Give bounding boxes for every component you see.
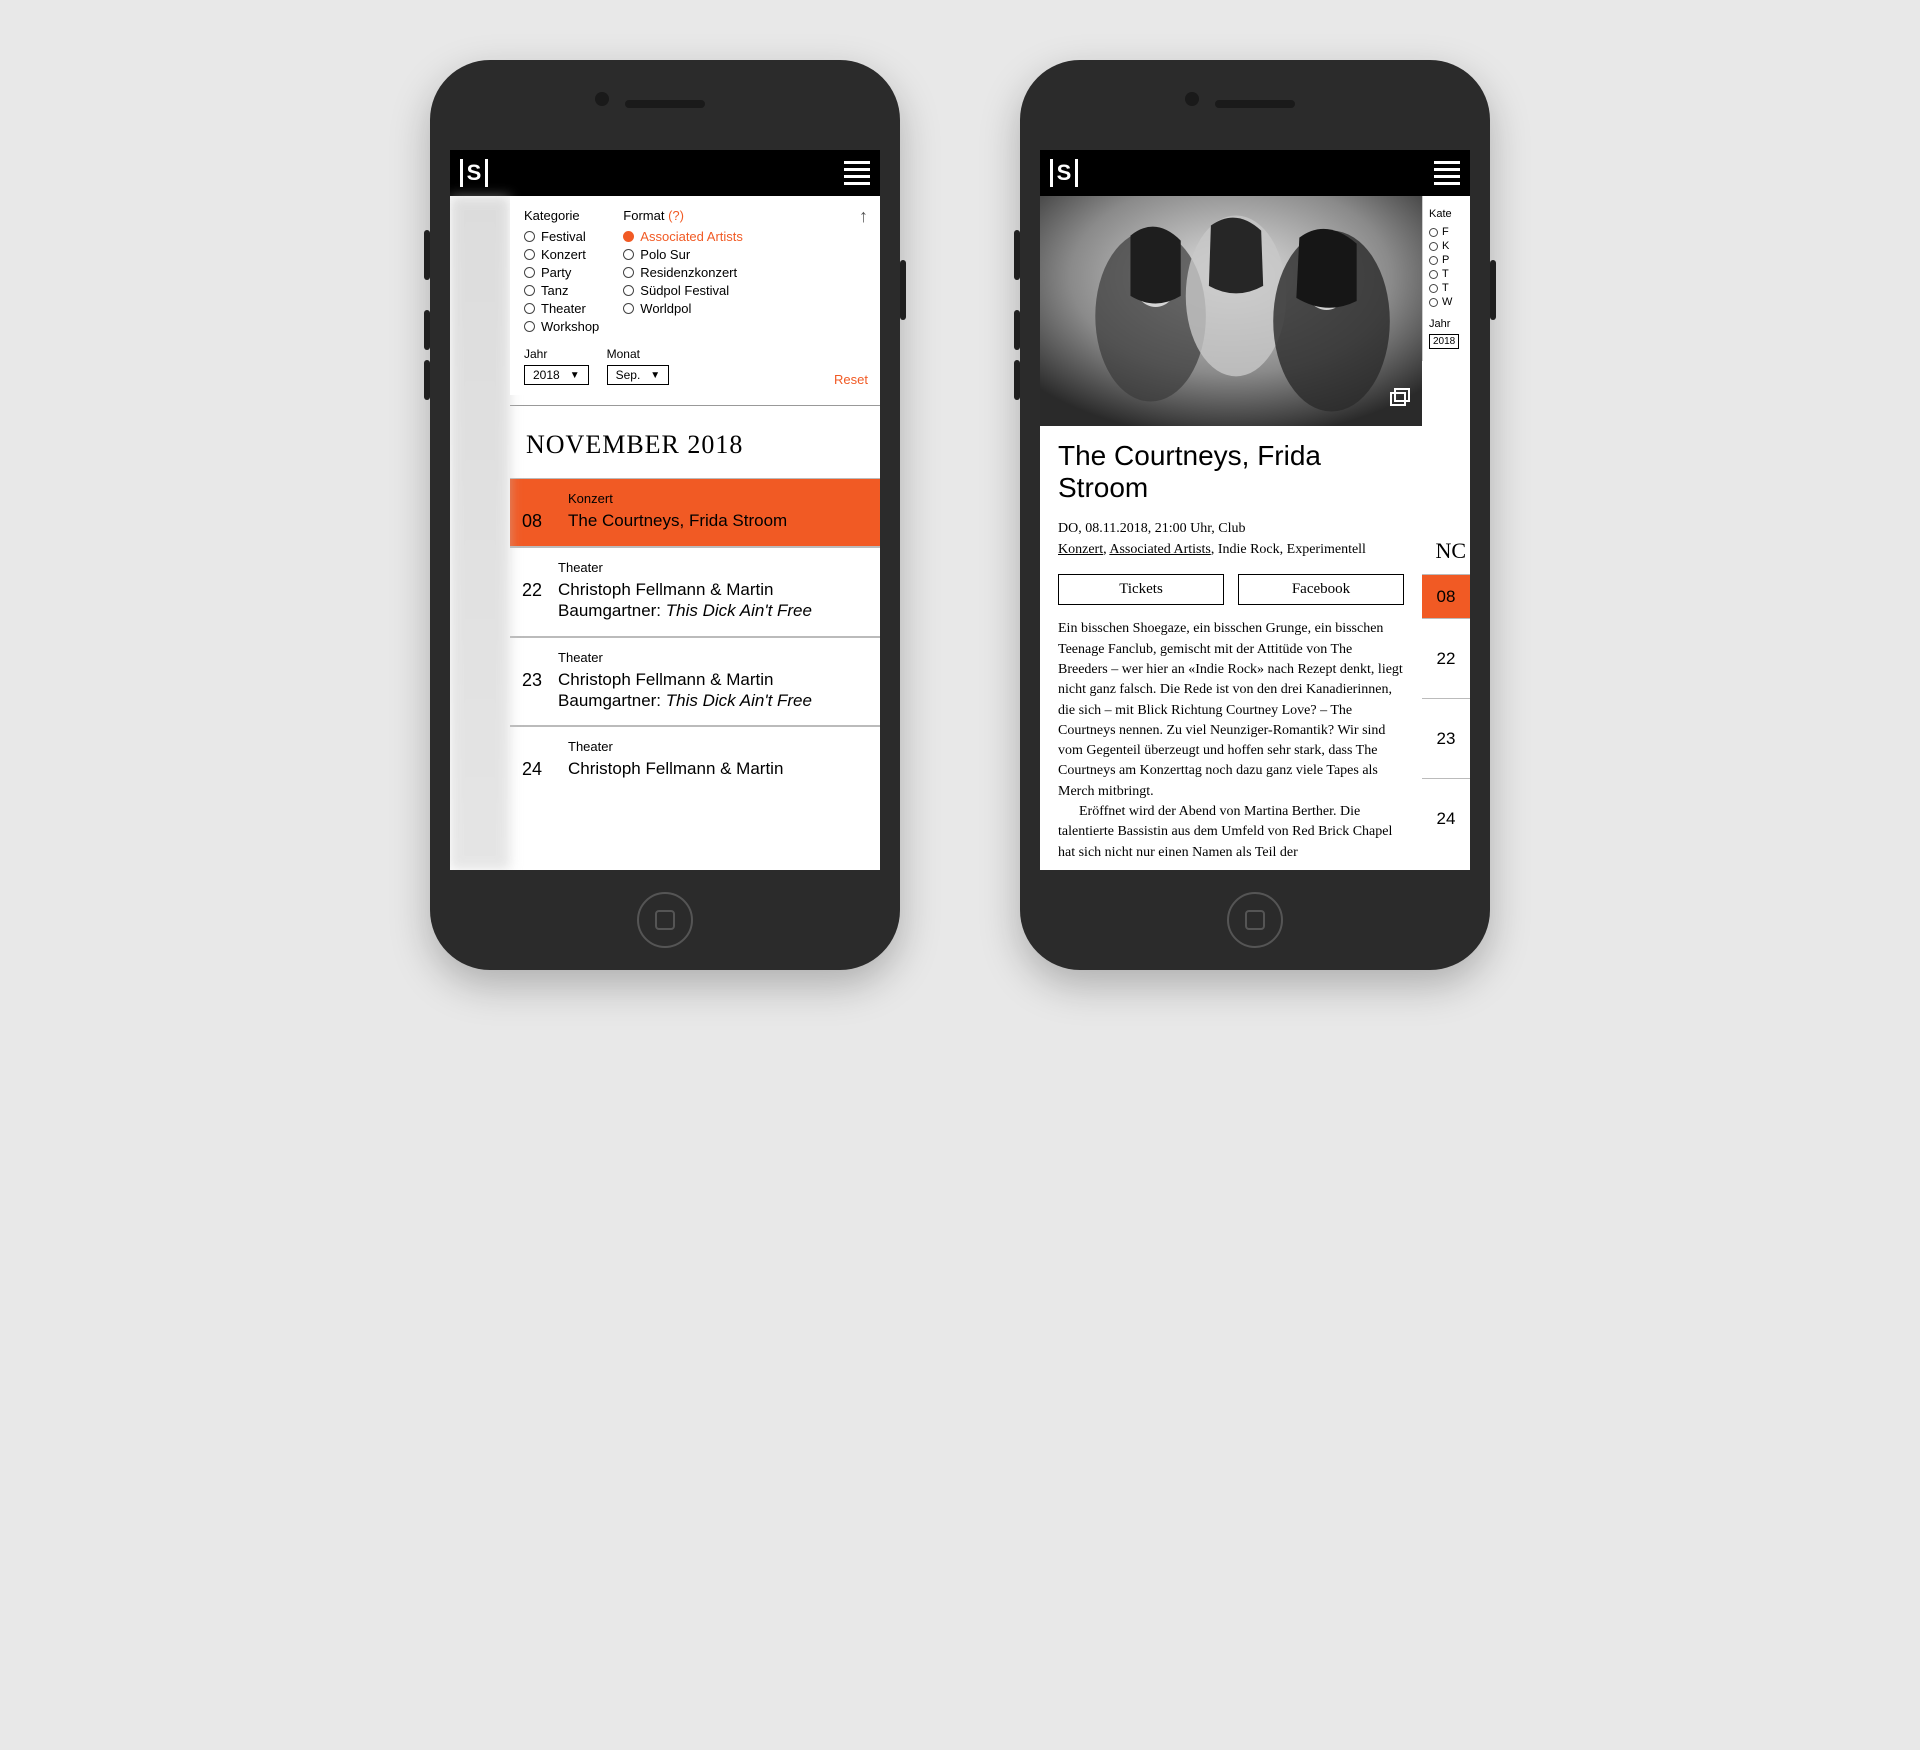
event-title: Christoph Fellmann & Martin Baumgartner:… (558, 669, 868, 712)
hamburger-menu-icon[interactable] (1434, 161, 1460, 185)
event-title: The Courtneys, Frida Stroom (568, 510, 787, 531)
year-label: Jahr (524, 347, 589, 361)
logo-icon[interactable]: S (1050, 159, 1078, 187)
phone-side-button (1014, 230, 1020, 280)
screen: S ↑ Kategorie Festival Konzert Party Tan… (450, 150, 880, 870)
event-hero-image (1040, 196, 1422, 426)
gallery-stack-icon[interactable] (1388, 386, 1412, 416)
filter-option-tanz[interactable]: Tanz (524, 283, 599, 298)
year-select[interactable]: 2018 (1429, 334, 1459, 349)
filter-format: Format (?) Associated Artists Polo Sur R… (623, 208, 743, 337)
app-bar: S (1040, 150, 1470, 196)
event-row[interactable]: 08 Konzert The Courtneys, Frida Stroom (510, 478, 880, 547)
filter-option-residenzkonzert[interactable]: Residenzkonzert (623, 265, 743, 280)
event-category: Theater (558, 650, 868, 665)
event-list-peek: 08 22 23 24 (1422, 574, 1470, 858)
meta-link-konzert[interactable]: Konzert (1058, 542, 1103, 557)
collapse-up-icon[interactable]: ↑ (859, 206, 868, 227)
format-help-icon[interactable]: (?) (668, 208, 684, 223)
month-select[interactable]: Sep.▼ (607, 365, 670, 385)
event-description: Ein bisschen Shoegaze, ein bisschen Grun… (1058, 619, 1404, 863)
phone-home-button (1227, 892, 1283, 948)
month-select-group: Monat Sep.▼ (607, 347, 670, 385)
filter-option-theater[interactable]: Theater (524, 301, 599, 316)
event-title: Christoph Fellmann & Martin (568, 758, 783, 779)
filter-option-party[interactable]: Party (524, 265, 599, 280)
filter-panel: ↑ Kategorie Festival Konzert Party Tanz … (510, 196, 880, 395)
phone-side-button (1014, 360, 1020, 400)
background-blur (450, 196, 510, 870)
filter-option[interactable]: F (1429, 226, 1464, 238)
event-row[interactable]: 22 Theater Christoph Fellmann & Martin B… (510, 547, 880, 637)
phone-home-button (637, 892, 693, 948)
event-day-peek[interactable]: 23 (1422, 698, 1470, 778)
chevron-down-icon: ▼ (650, 370, 660, 381)
app-bar: S (450, 150, 880, 196)
event-detail: The Courtneys, Frida Stroom DO, 08.11.20… (1040, 426, 1422, 870)
event-day-peek[interactable]: 24 (1422, 778, 1470, 858)
phone-side-button (1014, 310, 1020, 350)
filter-option[interactable]: P (1429, 254, 1464, 266)
filter-option-suedpol-festival[interactable]: Südpol Festival (623, 283, 743, 298)
event-title: The Courtneys, Frida Stroom (1058, 440, 1404, 504)
filter-option[interactable]: T (1429, 282, 1464, 294)
event-row[interactable]: 24 Theater Christoph Fellmann & Martin (510, 726, 880, 794)
phone-side-button (424, 310, 430, 350)
filter-panel-peek: Kate F K P T T W Jahr 2018 (1422, 196, 1470, 361)
event-day: 23 (522, 650, 542, 712)
filter-kategorie-label: Kategorie (524, 208, 599, 223)
phone-mockup-detail: S (1020, 60, 1490, 970)
filter-option-worldpol[interactable]: Worldpol (623, 301, 743, 316)
filter-option[interactable]: W (1429, 296, 1464, 308)
logo-icon[interactable]: S (460, 159, 488, 187)
event-day: 24 (522, 739, 552, 780)
month-heading-peek: NC (1435, 538, 1466, 564)
reset-button[interactable]: Reset (834, 372, 868, 387)
event-category: Theater (558, 560, 868, 575)
event-row[interactable]: 23 Theater Christoph Fellmann & Martin B… (510, 637, 880, 727)
phone-side-button (900, 260, 906, 320)
hamburger-menu-icon[interactable] (844, 161, 870, 185)
filter-option-polo-sur[interactable]: Polo Sur (623, 247, 743, 262)
event-title: Christoph Fellmann & Martin Baumgartner:… (558, 579, 868, 622)
event-meta: DO, 08.11.2018, 21:00 Uhr, Club Konzert,… (1058, 518, 1404, 560)
event-category: Konzert (568, 491, 787, 506)
phone-side-button (424, 230, 430, 280)
phone-mockup-list: S ↑ Kategorie Festival Konzert Party Tan… (430, 60, 900, 970)
month-heading: NOVEMBER 2018 (510, 406, 880, 478)
phone-side-button (1490, 260, 1496, 320)
filter-format-label: Format (?) (623, 208, 743, 223)
screen: S (1040, 150, 1470, 870)
event-day-peek[interactable]: 08 (1422, 574, 1470, 618)
filter-option-workshop[interactable]: Workshop (524, 319, 599, 334)
year-label: Jahr (1429, 318, 1464, 330)
event-body: Konzert The Courtneys, Frida Stroom (568, 491, 787, 532)
filter-option[interactable]: K (1429, 240, 1464, 252)
filter-kategorie-label: Kate (1429, 208, 1464, 220)
phone-side-button (424, 360, 430, 400)
chevron-down-icon: ▼ (570, 370, 580, 381)
filter-option-konzert[interactable]: Konzert (524, 247, 599, 262)
filter-option[interactable]: T (1429, 268, 1464, 280)
meta-link-associated-artists[interactable]: Associated Artists (1109, 542, 1211, 557)
month-label: Monat (607, 347, 670, 361)
year-select[interactable]: 2018▼ (524, 365, 589, 385)
event-day: 22 (522, 560, 542, 622)
filter-kategorie: Kategorie Festival Konzert Party Tanz Th… (524, 208, 599, 337)
year-select-group: Jahr 2018▼ (524, 347, 589, 385)
facebook-button[interactable]: Facebook (1238, 574, 1404, 605)
tickets-button[interactable]: Tickets (1058, 574, 1224, 605)
filter-option-festival[interactable]: Festival (524, 229, 599, 244)
event-day-peek[interactable]: 22 (1422, 618, 1470, 698)
filter-option-associated-artists[interactable]: Associated Artists (623, 229, 743, 244)
event-day: 08 (522, 491, 552, 532)
event-category: Theater (568, 739, 783, 754)
